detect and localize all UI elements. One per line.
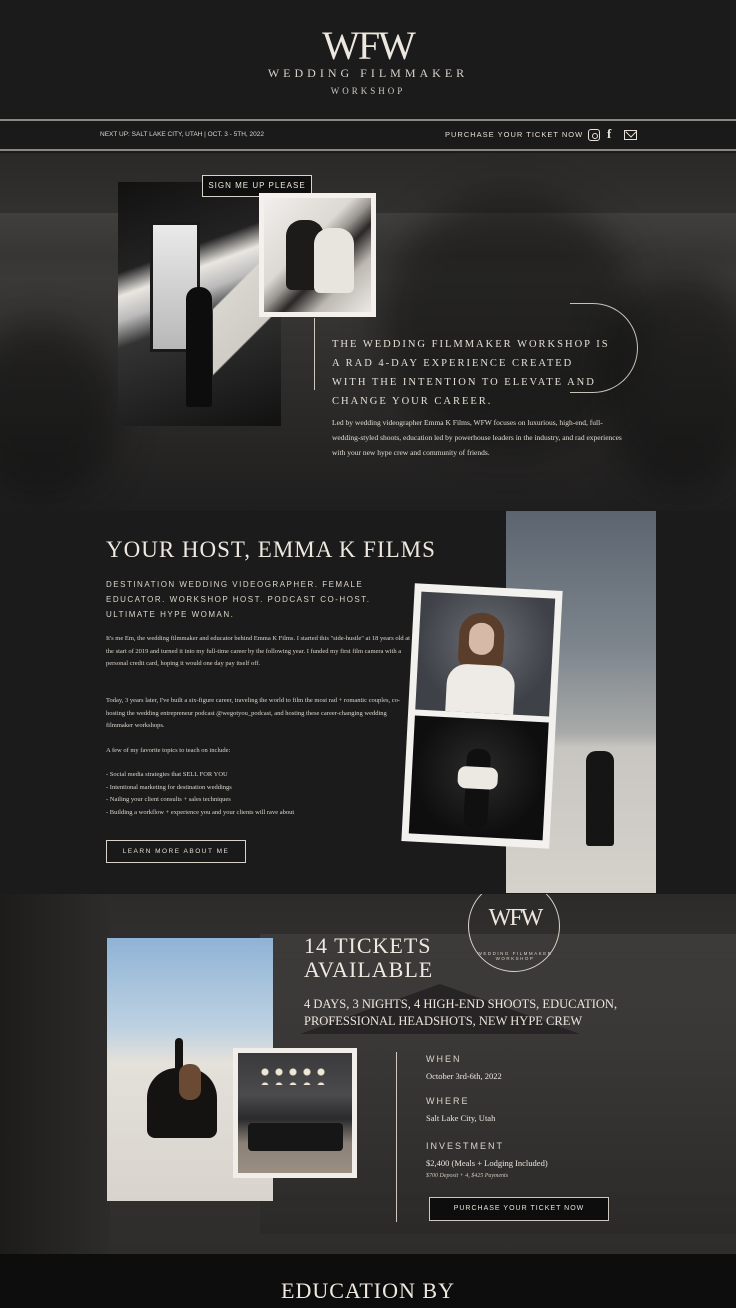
divider-line	[314, 318, 315, 390]
walking-woman-silhouette	[586, 751, 614, 846]
next-event-text: NEXT UP: SALT LAKE CITY, UTAH | OCT. 3 -…	[100, 131, 265, 138]
bride-figure	[314, 228, 354, 293]
site-header: WFW WEDDING FILMMAKER WORKSHOP	[0, 0, 736, 122]
ceiling-lights	[258, 1065, 328, 1085]
tickets-count-line1: 14 TICKETS	[304, 933, 432, 958]
groom-silhouette	[186, 287, 212, 407]
top-bar: NEXT UP: SALT LAKE CITY, UTAH | OCT. 3 -…	[0, 119, 736, 151]
hair	[179, 1064, 201, 1100]
when-value: October 3rd-6th, 2022	[426, 1071, 502, 1081]
list-item: - Nailing your client consults + sales t…	[106, 796, 231, 803]
host-subtitle: DESTINATION WEDDING VIDEOGRAPHER. FEMALE…	[106, 580, 371, 619]
when-label: WHEN	[426, 1054, 462, 1064]
logo-subtitle-2: WORKSHOP	[330, 86, 406, 96]
tickets-count: 14 TICKETS AVAILABLE	[304, 934, 484, 982]
list-item: - Building a workflow + experience you a…	[106, 808, 295, 816]
learn-more-button[interactable]: LEARN MORE ABOUT ME	[106, 840, 246, 863]
where-value: Salt Lake City, Utah	[426, 1113, 496, 1123]
home-theater-photo	[233, 1048, 357, 1178]
site-logo[interactable]: WFW	[0, 22, 736, 69]
intro-section: SIGN ME UP PLEASE THE WEDDING FILMMAKER …	[0, 153, 736, 511]
theater-seats	[248, 1123, 343, 1151]
host-photo-strip	[401, 583, 563, 849]
logo-subtitle: WEDDING FILMMAKER	[267, 66, 469, 80]
list-item: - Social media strategies that SELL FOR …	[106, 771, 228, 778]
divider-line	[396, 1052, 397, 1222]
tickets-count-line2: AVAILABLE	[304, 957, 434, 982]
list-item: - Intentional marketing for destination …	[106, 783, 232, 791]
intro-body: Led by wedding videographer Emma K Films…	[332, 418, 622, 457]
badge-monogram: WFW	[488, 905, 544, 931]
purchase-ticket-button[interactable]: PURCHASE YOUR TICKET NOW	[429, 1197, 609, 1221]
investment-value: $2,400 (Meals + Lodging Included)	[426, 1158, 548, 1168]
tickets-section: WFW WEDDING FILMMAKER WORKSHOP 14 TICKET…	[0, 894, 736, 1254]
intro-headline: THE WEDDING FILMMAKER WORKSHOP IS A RAD …	[332, 339, 610, 407]
host-portrait-photo	[415, 591, 556, 717]
tree-backdrop	[0, 894, 110, 1254]
host-title: YOUR HOST, EMMA K FILMS	[106, 537, 436, 562]
host-studio-photo	[408, 715, 549, 841]
payment-note: $700 Deposit + 4, $425 Payments	[426, 1173, 509, 1179]
facebook-icon[interactable]: f	[607, 126, 619, 141]
instagram-icon[interactable]	[588, 129, 600, 141]
section-title: EDUCATION BY	[281, 1278, 455, 1303]
workshop-summary: 4 DAYS, 3 NIGHTS, 4 HIGH-END SHOOTS, EDU…	[304, 997, 618, 1028]
palm-shadow	[0, 323, 120, 503]
investment-label: INVESTMENT	[426, 1141, 505, 1151]
topics-intro: A few of my favorite topics to teach on …	[106, 747, 231, 754]
host-paragraph: It's me Em, the wedding filmmaker and ed…	[106, 635, 410, 667]
badge-ring-text: WEDDING FILMMAKER WORKSHOP	[477, 951, 553, 961]
purchase-ticket-link[interactable]: PURCHASE YOUR TICKET NOW	[445, 130, 583, 139]
education-section: EDUCATION BY	[0, 1254, 736, 1308]
groom-window-photo	[118, 182, 281, 426]
topics-list: - Social media strategies that SELL FOR …	[106, 769, 294, 819]
mail-icon[interactable]	[624, 130, 637, 140]
host-paragraph: Today, 3 years later, I've built a six-f…	[106, 697, 401, 729]
where-label: WHERE	[426, 1096, 470, 1106]
host-section: YOUR HOST, EMMA K FILMS DESTINATION WEDD…	[0, 511, 736, 894]
couple-photo	[259, 193, 376, 317]
